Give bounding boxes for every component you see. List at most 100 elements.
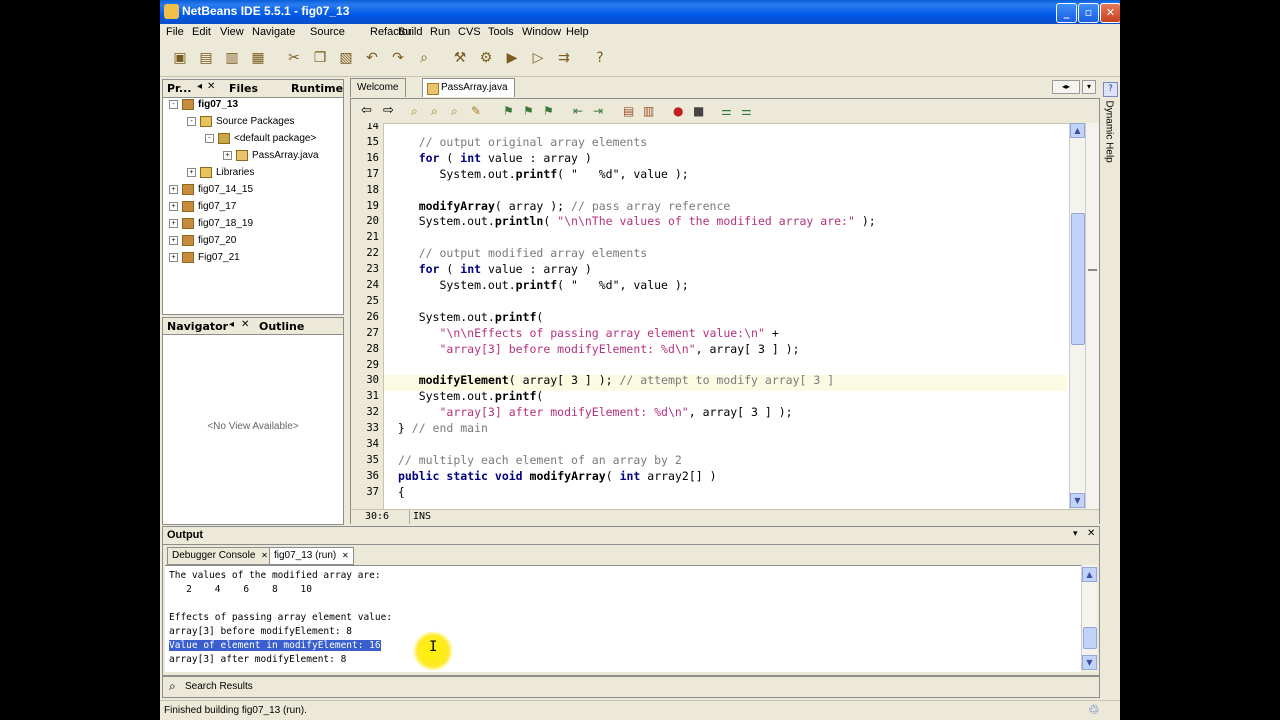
close-projects-icon[interactable]: ✕ (207, 81, 215, 92)
tab-files[interactable]: Files (229, 82, 258, 95)
code-line[interactable]: } // end main (391, 421, 1039, 437)
tab-debugger-console[interactable]: Debugger Console ✕ (167, 547, 273, 565)
expand-icon[interactable]: + (169, 236, 178, 245)
output-minimize-icon[interactable]: ▾ (1073, 529, 1078, 539)
menu-cvs[interactable]: CVS (458, 26, 481, 38)
shift-right-icon[interactable]: ⇥ (593, 104, 603, 118)
new-file-icon[interactable]: ▣ (170, 48, 190, 68)
undo-icon[interactable]: ↶ (362, 48, 382, 68)
minimize-navigator-icon[interactable]: ◂ (229, 319, 234, 330)
run-icon[interactable]: ▶ (502, 48, 522, 68)
code-line[interactable]: // output modified array elements (391, 246, 1039, 262)
menu-edit[interactable]: Edit (192, 26, 211, 38)
tree-item[interactable]: + Libraries (187, 167, 254, 178)
scroll-down-icon[interactable]: ▼ (1070, 493, 1085, 508)
tree-item[interactable]: + fig07_20 (169, 235, 236, 246)
maximize-button[interactable]: ▫ (1078, 3, 1099, 23)
next-bookmark-icon[interactable]: ⚑ (523, 104, 534, 118)
code-line[interactable]: "\n\nEffects of passing array element va… (391, 326, 1039, 342)
code-line[interactable]: // output original array elements (391, 135, 1039, 151)
editor-vertical-scrollbar[interactable]: ▲ ▼ (1069, 123, 1085, 509)
tree-item[interactable]: + fig07_18_19 (169, 218, 253, 229)
close-debugger-console-icon[interactable]: ✕ (261, 551, 268, 560)
code-line[interactable]: System.out.printf( " %d", value ); (391, 167, 1039, 183)
menu-help[interactable]: Help (566, 26, 589, 38)
tab-welcome[interactable]: Welcome (350, 78, 406, 97)
code-line[interactable]: "array[3] before modifyElement: %d\n", a… (391, 342, 1039, 358)
profile-icon[interactable]: ⇉ (554, 48, 574, 68)
close-button[interactable]: ✕ (1100, 3, 1120, 23)
clean-build-icon[interactable]: ⚙ (476, 48, 496, 68)
build-icon[interactable]: ⚒ (450, 48, 470, 68)
expand-icon[interactable]: + (169, 202, 178, 211)
code-line[interactable]: // multiply each element of an array by … (391, 453, 1039, 469)
start-macro-icon[interactable]: ● (673, 104, 683, 118)
search-results-bar[interactable]: ⌕ Search Results (162, 676, 1100, 698)
find-next-icon[interactable]: ⌕ (451, 104, 458, 119)
output-vertical-scrollbar[interactable]: ▲ ▼ (1081, 565, 1097, 671)
tree-item[interactable]: - fig07_13 (169, 99, 238, 110)
help-icon[interactable]: ? (590, 48, 610, 68)
debug-icon[interactable]: ▷ (528, 48, 548, 68)
expand-icon[interactable]: + (169, 185, 178, 194)
code-line[interactable]: System.out.println( "\n\nThe values of t… (391, 214, 1039, 230)
forward-icon[interactable]: ⇨ (383, 103, 394, 118)
minimize-button[interactable]: _ (1056, 3, 1077, 23)
output-close-icon[interactable]: ✕ (1087, 528, 1095, 539)
find-selection-icon[interactable]: ⌕ (411, 104, 418, 119)
menu-tools[interactable]: Tools (488, 26, 514, 38)
expand-icon[interactable]: + (169, 219, 178, 228)
find-previous-icon[interactable]: ⌕ (431, 104, 438, 119)
code-line[interactable]: for ( int value : array ) (391, 151, 1039, 167)
tab-list-icon[interactable]: ▾ (1082, 80, 1096, 94)
code-line[interactable]: modifyArray( array ); // pass array refe… (391, 199, 1039, 215)
tree-item[interactable]: + PassArray.java (223, 150, 319, 161)
tab-scroll-icon[interactable]: ◂▸ (1052, 80, 1080, 94)
menu-run[interactable]: Run (430, 26, 450, 38)
tab-navigator[interactable]: Navigator (167, 320, 228, 333)
menu-file[interactable]: File (166, 26, 184, 38)
expand-icon[interactable]: + (223, 151, 232, 160)
stop-macro-icon[interactable]: ■ (693, 104, 704, 118)
uncomment-icon[interactable]: ▥ (643, 104, 654, 118)
tree-item[interactable]: - Source Packages (187, 116, 294, 127)
editor-scroll-thumb[interactable] (1071, 213, 1085, 345)
expand-icon[interactable]: + (187, 168, 196, 177)
save-all-icon[interactable]: ▦ (248, 48, 268, 68)
memory-gc-icon[interactable]: ♲ (1088, 703, 1100, 718)
debug-test-icon[interactable]: ⚌ (741, 104, 752, 118)
code-line[interactable]: System.out.printf( (391, 310, 1039, 326)
back-icon[interactable]: ⇦ (361, 103, 372, 118)
code-line[interactable]: { (391, 485, 1039, 501)
redo-icon[interactable]: ↷ (388, 48, 408, 68)
scroll-up-icon[interactable]: ▲ (1070, 123, 1085, 138)
menu-build[interactable]: Build (398, 26, 422, 38)
output-scroll-thumb[interactable] (1083, 627, 1097, 649)
collapse-icon[interactable]: - (169, 100, 178, 109)
run-test-icon[interactable]: ⚌ (721, 104, 732, 118)
tab-run-output[interactable]: fig07_13 (run) ✕ (269, 547, 354, 565)
close-run-output-icon[interactable]: ✕ (342, 551, 349, 560)
code-line[interactable]: "array[3] after modifyElement: %d\n", ar… (391, 405, 1039, 421)
close-navigator-icon[interactable]: ✕ (241, 319, 249, 330)
toggle-highlight-icon[interactable]: ✎ (471, 104, 481, 118)
menu-view[interactable]: View (220, 26, 244, 38)
paste-icon[interactable]: ▧ (336, 48, 356, 68)
code-line[interactable]: public static void modifyArray( int arra… (391, 469, 1039, 485)
dynamic-help-strip[interactable]: ? Dynamic Help (1102, 82, 1118, 172)
code-editor[interactable]: ⇦ ⇨ ⌕ ⌕ ⌕ ✎ ⚑ ⚑ ⚑ ⇤ ⇥ ▤ ▥ ● ■ ⚌ ⚌ 14 15 /… (350, 98, 1100, 524)
code-area[interactable]: 14 15 // output original array elements 16… (351, 123, 1067, 509)
tab-projects[interactable]: Pr... (167, 82, 191, 95)
output-scroll-down-icon[interactable]: ▼ (1082, 655, 1097, 670)
shift-left-icon[interactable]: ⇤ (573, 104, 583, 118)
code-line[interactable]: modifyElement( array[ 3 ] ); // attempt … (391, 373, 1039, 389)
minimize-projects-icon[interactable]: ◂ (197, 81, 202, 92)
menu-source[interactable]: Source (310, 26, 345, 38)
menu-navigate[interactable]: Navigate (252, 26, 295, 38)
tab-outline[interactable]: Outline (259, 320, 304, 333)
menu-window[interactable]: Window (522, 26, 561, 38)
tree-item[interactable]: + Fig07_21 (169, 252, 240, 263)
find-icon[interactable]: ⌕ (414, 48, 434, 68)
code-line[interactable]: System.out.printf( (391, 389, 1039, 405)
toggle-bookmark-icon[interactable]: ⚑ (543, 104, 554, 118)
